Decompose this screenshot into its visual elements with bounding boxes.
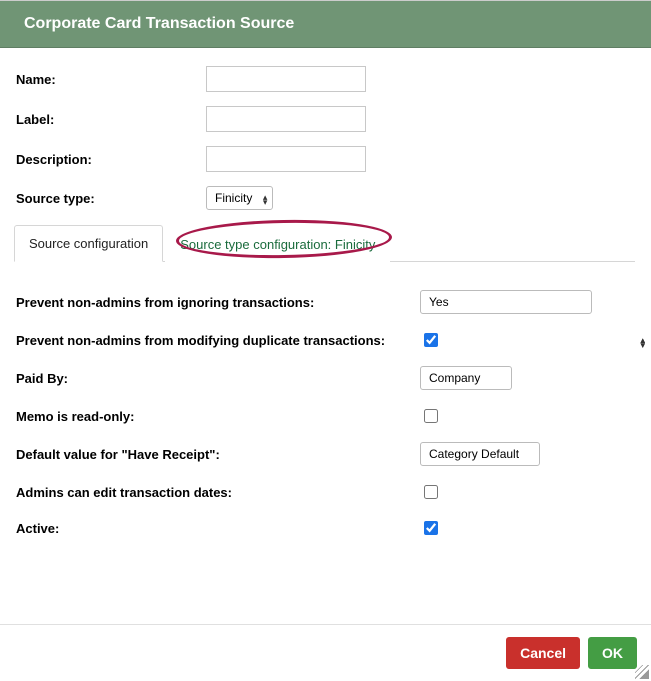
- prevent-dup-label: Prevent non-admins from modifying duplic…: [16, 333, 420, 348]
- chevron-updown-icon: ▴▾: [640, 336, 645, 346]
- have-receipt-label: Default value for "Have Receipt":: [16, 447, 420, 462]
- label-input[interactable]: [206, 106, 366, 132]
- row-memo-readonly: Memo is read-only:: [16, 406, 635, 426]
- prevent-ignore-label: Prevent non-admins from ignoring transac…: [16, 295, 420, 310]
- tabs-container: Source configuration Source type configu…: [14, 224, 635, 262]
- label-label: Label:: [16, 112, 206, 127]
- name-input[interactable]: [206, 66, 366, 92]
- row-source-type: Source type: Finicity ▴▾: [16, 186, 635, 210]
- chevron-updown-icon: ▴▾: [640, 336, 645, 346]
- dialog-title: Corporate Card Transaction Source: [0, 1, 651, 48]
- row-label: Label:: [16, 106, 635, 132]
- description-input[interactable]: [206, 146, 366, 172]
- row-have-receipt: Default value for "Have Receipt": Catego…: [16, 442, 635, 466]
- prevent-dup-checkbox[interactable]: [424, 333, 438, 347]
- active-label: Active:: [16, 521, 420, 536]
- row-name: Name:: [16, 66, 635, 92]
- tab-source-configuration[interactable]: Source configuration: [14, 225, 163, 262]
- paid-by-label: Paid By:: [16, 371, 420, 386]
- admins-edit-dates-label: Admins can edit transaction dates:: [16, 485, 420, 500]
- name-label: Name:: [16, 72, 206, 87]
- paid-by-select[interactable]: Company: [420, 366, 512, 390]
- tab-source-type-configuration[interactable]: Source type configuration: Finicity: [165, 226, 390, 262]
- dialog-footer: Cancel OK: [0, 624, 651, 681]
- memo-readonly-checkbox[interactable]: [424, 409, 438, 423]
- dialog-window: Corporate Card Transaction Source Name: …: [0, 0, 651, 681]
- chevron-updown-icon: ▴▾: [640, 336, 645, 346]
- source-type-select[interactable]: Finicity: [206, 186, 273, 210]
- have-receipt-select[interactable]: Category Default: [420, 442, 540, 466]
- dialog-content: Name: Label: Description: Source type: F…: [0, 48, 651, 624]
- row-admins-edit-dates: Admins can edit transaction dates:: [16, 482, 635, 502]
- row-prevent-ignore: Prevent non-admins from ignoring transac…: [16, 290, 635, 314]
- admins-edit-dates-checkbox[interactable]: [424, 485, 438, 499]
- row-description: Description:: [16, 146, 635, 172]
- row-paid-by: Paid By: Company ▴▾: [16, 366, 635, 390]
- memo-readonly-label: Memo is read-only:: [16, 409, 420, 424]
- source-type-label: Source type:: [16, 191, 206, 206]
- row-active: Active:: [16, 518, 635, 538]
- active-checkbox[interactable]: [424, 521, 438, 535]
- cancel-button[interactable]: Cancel: [506, 637, 580, 669]
- description-label: Description:: [16, 152, 206, 167]
- row-prevent-dup: Prevent non-admins from modifying duplic…: [16, 330, 635, 350]
- ok-button[interactable]: OK: [588, 637, 637, 669]
- prevent-ignore-select[interactable]: Yes: [420, 290, 592, 314]
